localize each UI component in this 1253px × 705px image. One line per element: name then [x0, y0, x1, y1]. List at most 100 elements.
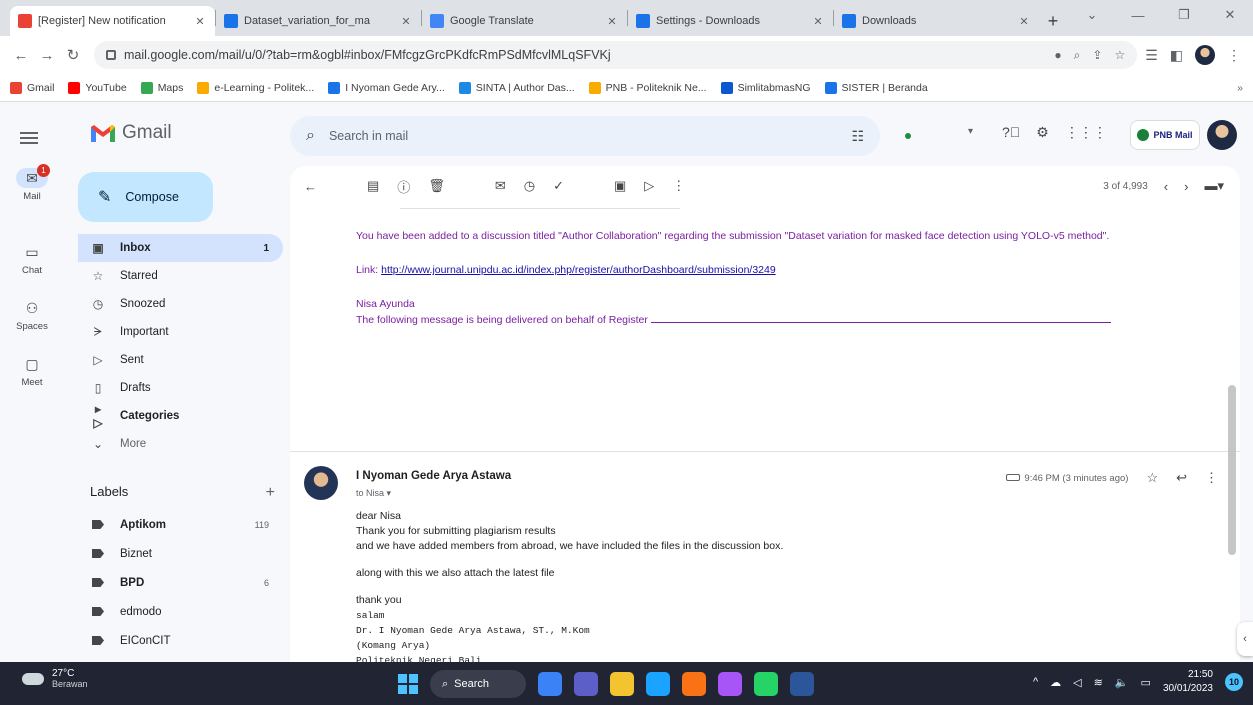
whatsapp-icon[interactable] — [754, 672, 778, 696]
apps-grid-icon[interactable]: ⋮⋮⋮ — [1065, 124, 1107, 141]
organization-logo[interactable]: PNB Mail — [1130, 120, 1200, 150]
label-item[interactable]: Biznet — [78, 539, 283, 568]
add-task-icon[interactable]: ✓ — [553, 178, 564, 194]
zoom-icon[interactable]: ⌕ — [1074, 48, 1081, 63]
url-text[interactable]: mail.google.com/mail/u/0/?tab=rm&ogbl#in… — [124, 48, 1054, 62]
scrollbar[interactable] — [1228, 385, 1236, 555]
forward-button[interactable]: → — [34, 47, 60, 64]
rail-meet[interactable]: ▢ Meet — [0, 354, 64, 388]
bookmark-item[interactable]: PNB - Politeknik Ne... — [588, 81, 707, 94]
rail-spaces[interactable]: ⚇ Spaces — [0, 298, 64, 332]
close-window-button[interactable]: ✕ — [1207, 0, 1253, 30]
browser-tab[interactable]: Downloads ✕ — [834, 6, 1039, 36]
close-tab-icon[interactable]: ✕ — [605, 15, 619, 28]
help-icon[interactable]: ?⃝ — [1002, 124, 1020, 141]
browser-tab[interactable]: Settings - Downloads ✕ — [628, 6, 833, 36]
chrome-icon[interactable] — [718, 672, 742, 696]
maximize-button[interactable]: ❐ — [1161, 0, 1207, 30]
status-caret-icon[interactable]: ▾ — [968, 126, 973, 137]
onedrive-icon[interactable]: ☁ — [1050, 676, 1061, 689]
minimize-button[interactable]: — — [1115, 0, 1161, 30]
star-message-icon[interactable]: ☆ — [1146, 470, 1158, 486]
reply-icon[interactable]: ↩ — [1176, 470, 1187, 486]
search-options-icon[interactable]: ☷ — [851, 128, 864, 145]
delete-icon[interactable]: 🗑 — [428, 178, 445, 194]
nav-categories[interactable]: ▸ ▷ Categories — [78, 402, 283, 430]
input-tools-icon[interactable]: ▬▾ — [1204, 178, 1224, 194]
bookmark-item[interactable]: Maps — [140, 81, 183, 94]
move-to-icon[interactable]: ▣ — [614, 178, 626, 194]
weather-widget[interactable]: 27°C Berawan — [22, 668, 88, 689]
label-item[interactable]: BPD 6 — [78, 568, 283, 597]
bookmark-item[interactable]: SimlitabmasNG — [720, 81, 811, 94]
label-item[interactable]: Aptikom 119 — [78, 510, 283, 539]
status-indicator[interactable] — [905, 133, 911, 139]
tray-overflow-icon[interactable]: ^ — [1033, 676, 1038, 688]
share-icon[interactable]: ⇪ — [1092, 48, 1102, 63]
message-more-icon[interactable]: ⋮ — [1205, 470, 1218, 486]
nav-sent[interactable]: ▷ Sent — [78, 346, 283, 374]
nav-important[interactable]: ᗒ Important — [78, 318, 283, 346]
sender-name[interactable]: I Nyoman Gede Arya Astawa — [356, 470, 511, 482]
new-tab-button[interactable]: + — [1039, 6, 1067, 36]
search-icon[interactable]: ⌕ — [306, 127, 315, 145]
snooze-icon[interactable]: ◷ — [524, 178, 535, 194]
bookmarks-overflow-button[interactable]: » — [1237, 82, 1243, 94]
tab-search-icon[interactable]: ⌄ — [1069, 0, 1115, 30]
bookmark-item[interactable]: e-Learning - Politek... — [197, 81, 314, 94]
battery-icon[interactable]: ▭ — [1141, 676, 1151, 689]
gmail-logo[interactable]: Gmail — [90, 122, 172, 144]
notifications-badge[interactable]: 10 — [1225, 673, 1243, 691]
recipient-dropdown[interactable]: to Nisa ▾ — [356, 488, 391, 499]
volume-icon[interactable]: 🔈 — [1115, 676, 1129, 689]
label-item[interactable]: EIConCIT — [78, 626, 283, 655]
nav-inbox[interactable]: ▣ Inbox 1 — [78, 234, 283, 262]
search-input[interactable]: Search in mail — [329, 129, 851, 143]
close-tab-icon[interactable]: ✕ — [193, 15, 207, 28]
edge-icon[interactable] — [646, 672, 670, 696]
submission-link[interactable]: http://www.journal.unipdu.ac.id/index.ph… — [381, 264, 776, 276]
bookmark-item[interactable]: I Nyoman Gede Ary... — [328, 81, 445, 94]
profile-avatar[interactable] — [1195, 45, 1215, 65]
main-menu-icon[interactable] — [20, 132, 38, 147]
search-bar[interactable]: ⌕ Search in mail ☷ — [290, 116, 880, 156]
taskbar-search[interactable]: ⌕ Search — [430, 670, 526, 698]
location-icon[interactable]: ● — [1054, 48, 1061, 63]
file-explorer-icon[interactable] — [538, 672, 562, 696]
compose-button[interactable]: ✎ Compose — [78, 172, 213, 222]
settings-icon[interactable]: ⚙ — [1036, 124, 1049, 141]
nav-snoozed[interactable]: ◷ Snoozed — [78, 290, 283, 318]
older-button[interactable]: › — [1184, 179, 1188, 194]
word-icon[interactable] — [790, 672, 814, 696]
bookmark-star-icon[interactable]: ☆ — [1114, 48, 1125, 63]
bookmark-item[interactable]: YouTube — [68, 81, 127, 94]
close-tab-icon[interactable]: ✕ — [811, 15, 825, 28]
account-avatar[interactable] — [1207, 120, 1237, 150]
browser-menu-icon[interactable]: ⋮ — [1227, 47, 1241, 64]
reload-button[interactable]: ↻ — [60, 46, 86, 64]
teams-icon[interactable] — [574, 672, 598, 696]
rail-mail[interactable]: ✉ 1 Mail — [0, 164, 64, 202]
browser-tab[interactable]: Dataset_variation_for_ma ✕ — [216, 6, 421, 36]
label-as-icon[interactable]: ▷ — [644, 178, 654, 194]
address-bar[interactable]: mail.google.com/mail/u/0/?tab=rm&ogbl#in… — [94, 41, 1138, 69]
browser-tab[interactable]: [Register] New notification ✕ — [10, 6, 215, 36]
mark-unread-icon[interactable]: ✉ — [495, 178, 506, 194]
back-button[interactable]: ← — [8, 47, 34, 64]
report-spam-icon[interactable]: ⓘ — [397, 177, 410, 196]
wifi-icon[interactable]: ≋ — [1094, 676, 1103, 689]
bookmark-item[interactable]: SINTA | Author Das... — [458, 81, 575, 94]
reading-list-icon[interactable]: ☰ — [1145, 47, 1158, 64]
label-item[interactable]: edmodo — [78, 597, 283, 626]
nav-drafts[interactable]: ▯ Drafts — [78, 374, 283, 402]
browser-tab[interactable]: Google Translate ✕ — [422, 6, 627, 36]
close-tab-icon[interactable]: ✕ — [1017, 15, 1031, 28]
add-label-button[interactable]: + — [266, 484, 275, 502]
side-panel-icon[interactable]: ◧ — [1170, 47, 1183, 64]
folder-icon[interactable] — [610, 672, 634, 696]
nav-starred[interactable]: ☆ Starred — [78, 262, 283, 290]
clock[interactable]: 21:50 30/01/2023 — [1163, 668, 1213, 696]
rail-chat[interactable]: ▭ Chat — [0, 242, 64, 276]
more-actions-icon[interactable]: ⋮ — [672, 178, 685, 194]
nav-more[interactable]: ⌄ More — [78, 430, 283, 458]
